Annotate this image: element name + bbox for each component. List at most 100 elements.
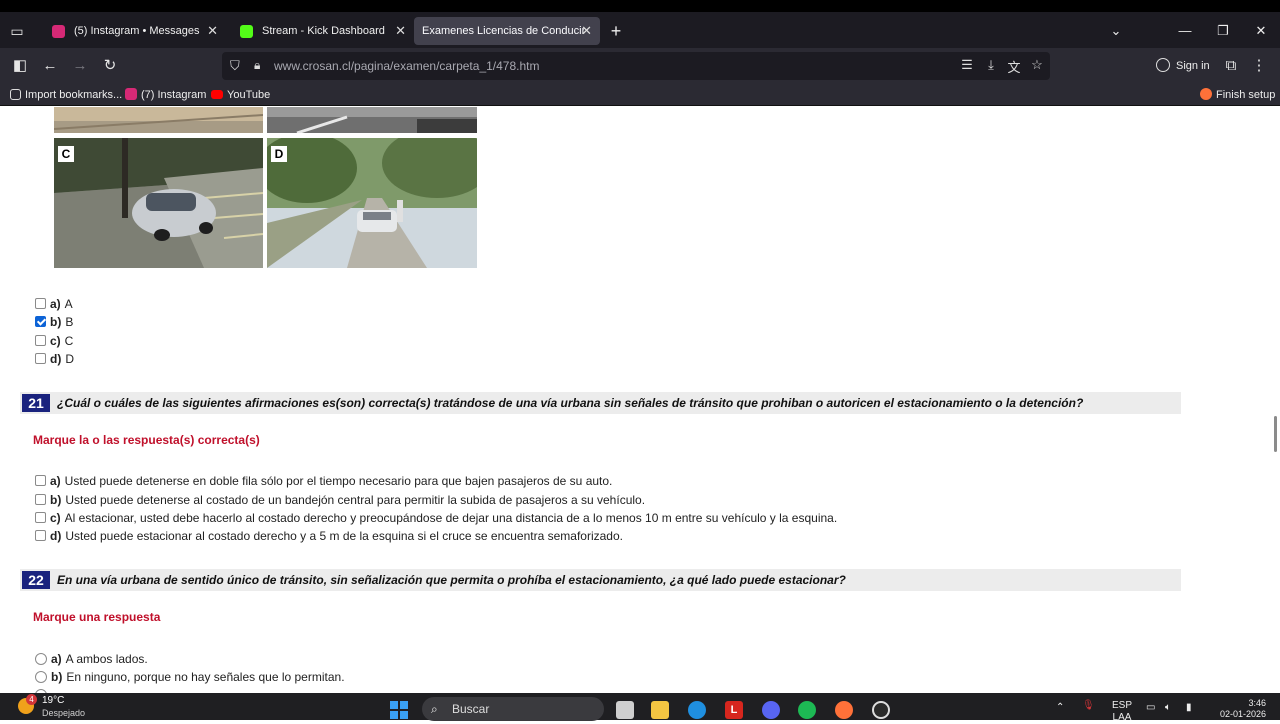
obs-icon[interactable] <box>872 701 890 719</box>
checkbox-checked[interactable] <box>35 316 46 327</box>
question-22-instruction: Marque una respuesta <box>33 610 161 624</box>
edge-icon[interactable] <box>688 701 706 719</box>
option-photo-c: C <box>54 138 263 268</box>
bookmark-instagram[interactable]: (7) Instagram <box>125 87 206 103</box>
new-tab-button[interactable]: + <box>606 20 626 42</box>
q21-option-d[interactable]: d) Usted puede estacionar al costado dere… <box>35 528 623 544</box>
microphone-icon[interactable]: 🎙︎ <box>1082 700 1095 712</box>
street-car-photo <box>267 138 477 268</box>
volume-icon[interactable]: 🔈︎ <box>1165 702 1171 714</box>
taskbar-clock[interactable]: 3:46 02-01-2026 <box>1212 698 1266 720</box>
windows-taskbar: 4 19°C Despejado ⌕ Buscar L ⌃ 🎙︎ ESP LAA … <box>0 693 1280 723</box>
finish-setup-button[interactable]: Finish setup <box>1200 87 1275 103</box>
notification-badge: 4 <box>26 694 37 705</box>
q20-option-a[interactable]: a) A <box>35 296 73 312</box>
close-icon[interactable]: ✕ <box>581 17 592 45</box>
lock-icon[interactable]: 🔒︎ <box>254 58 260 73</box>
sidebar-icon[interactable]: ◧ <box>9 56 31 76</box>
sign-in-button[interactable]: Sign in <box>1156 56 1210 76</box>
sign-in-label: Sign in <box>1176 60 1210 72</box>
language-indicator[interactable]: ESP LAA <box>1112 700 1132 724</box>
question-text: ¿Cuál o cuáles de las siguientes afirmac… <box>57 396 1084 410</box>
question-21-header: 21 ¿Cuál o cuáles de las siguientes afir… <box>20 392 1181 414</box>
url-bar[interactable]: ⛉ 🔒︎ www.crosan.cl/pagina/examen/carpeta… <box>222 52 1050 80</box>
account-icon <box>1156 58 1170 72</box>
download-page-icon[interactable]: ⤓ <box>982 57 1000 73</box>
tab-instagram[interactable]: (5) Instagram • Messages ✕ <box>40 17 226 45</box>
spotify-icon[interactable] <box>798 701 816 719</box>
file-explorer-icon[interactable] <box>651 701 669 719</box>
checkbox[interactable] <box>35 530 46 541</box>
url-text[interactable]: www.crosan.cl/pagina/examen/carpeta_1/47… <box>274 52 539 80</box>
shield-icon[interactable]: ⛉ <box>230 58 240 74</box>
street-photo <box>267 107 477 133</box>
translate-icon[interactable]: 文 <box>1005 57 1023 76</box>
tab-title: (5) Instagram • Messages <box>74 25 200 37</box>
radio-button[interactable] <box>35 671 47 683</box>
tray-chevron-icon[interactable]: ⌃ <box>1056 702 1064 714</box>
task-view-icon[interactable] <box>616 701 634 719</box>
weather-temp: 19°C <box>42 695 65 706</box>
checkbox[interactable] <box>35 512 46 523</box>
firefox-icon[interactable] <box>835 701 853 719</box>
chevron-down-icon[interactable]: ⌄ <box>1104 20 1128 42</box>
radio-button[interactable] <box>35 653 47 665</box>
q22-option-a[interactable]: a) A ambos lados. <box>35 651 148 667</box>
close-icon[interactable]: ✕ <box>207 17 218 45</box>
reload-button[interactable]: ↻ <box>99 56 121 76</box>
restore-button[interactable]: ❐ <box>1211 20 1235 42</box>
bookmark-youtube[interactable]: YouTube <box>211 87 270 103</box>
battery-icon[interactable]: ▮ <box>1186 702 1192 714</box>
search-icon: ⌕ <box>431 702 438 716</box>
question-22-header: 22 En una vía urbana de sentido único de… <box>20 569 1181 591</box>
app-l-icon[interactable]: L <box>725 701 743 719</box>
photo-label: C <box>58 146 74 162</box>
parked-car-photo <box>54 138 263 268</box>
checkbox[interactable] <box>35 494 46 505</box>
firefox-icon <box>1200 88 1212 100</box>
instagram-icon <box>125 88 137 100</box>
checkbox[interactable] <box>35 298 46 309</box>
extensions-icon[interactable]: ⧉ <box>1220 56 1242 76</box>
bookmark-import[interactable]: Import bookmarks... <box>10 87 122 103</box>
checkbox[interactable] <box>35 353 46 364</box>
weather-widget[interactable]: 4 19°C Despejado <box>18 694 86 719</box>
close-window-button[interactable]: ✕ <box>1249 20 1273 42</box>
q22-option-b[interactable]: b) En ninguno, porque no hay señales que … <box>35 669 345 685</box>
taskbar-search[interactable]: ⌕ Buscar <box>422 697 604 721</box>
question-number: 22 <box>22 571 50 589</box>
network-icon[interactable]: ▭ <box>1146 702 1155 714</box>
q20-option-c[interactable]: c) C <box>35 333 73 349</box>
bookmarks-bar: Import bookmarks... (7) Instagram YouTub… <box>0 84 1280 106</box>
street-photo <box>54 107 263 133</box>
checkbox[interactable] <box>35 335 46 346</box>
page-scrollbar[interactable] <box>1274 416 1277 452</box>
minimize-button[interactable]: — <box>1173 20 1197 42</box>
checkbox[interactable] <box>35 475 46 486</box>
option-photo-b <box>267 107 477 133</box>
q21-option-c[interactable]: c) Al estacionar, usted debe hacerlo al c… <box>35 510 837 526</box>
tab-list-icon[interactable]: ▭ <box>8 22 26 40</box>
question-number: 21 <box>22 394 50 412</box>
q21-option-b[interactable]: b) Usted puede detenerse al costado de un… <box>35 492 645 508</box>
q20-option-d[interactable]: d) D <box>35 351 74 367</box>
tab-title: Stream - Kick Dashboard <box>262 25 385 37</box>
windows-start-icon[interactable] <box>390 701 408 719</box>
instagram-icon <box>52 25 65 38</box>
close-icon[interactable]: ✕ <box>395 17 406 45</box>
discord-icon[interactable] <box>762 701 780 719</box>
q21-option-a[interactable]: a) Usted puede detenerse en doble fila só… <box>35 473 612 489</box>
tab-kick[interactable]: Stream - Kick Dashboard ✕ <box>228 17 414 45</box>
photo-label: D <box>271 146 287 162</box>
youtube-icon <box>211 90 223 99</box>
back-button[interactable]: ← <box>39 56 61 76</box>
forward-button[interactable]: → <box>69 56 91 76</box>
bookmark-star-icon[interactable]: ☆ <box>1028 57 1046 73</box>
weather-desc: Despejado <box>42 708 86 718</box>
question-21-instruction: Marque la o las respuesta(s) correcta(s) <box>33 433 260 447</box>
menu-icon[interactable]: ⋮ <box>1248 56 1270 76</box>
option-photo-a <box>54 107 263 133</box>
reader-view-icon[interactable]: ☰ <box>958 57 976 73</box>
q20-option-b[interactable]: b) B <box>35 314 73 330</box>
tab-examenes[interactable]: Examenes Licencias de Conducir ✕ <box>414 17 600 45</box>
